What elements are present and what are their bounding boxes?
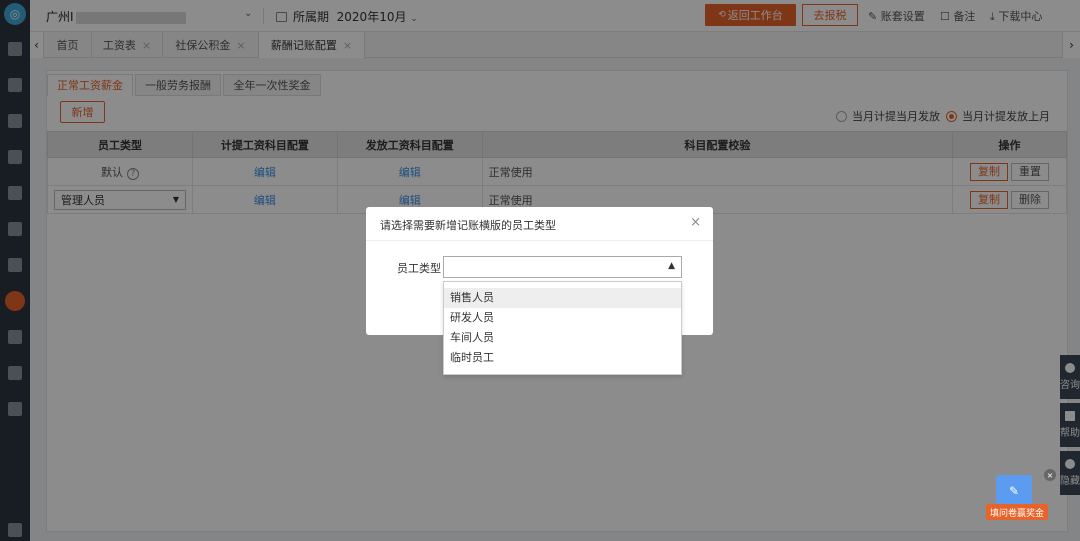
survey-promo[interactable]: ✎ 填问卷赢奖金 ×: [984, 469, 1056, 521]
employee-type-label: 员工类型: [397, 262, 441, 275]
survey-promo-label: 填问卷赢奖金: [986, 504, 1048, 520]
option-workshop[interactable]: 车间人员: [444, 328, 681, 348]
close-icon[interactable]: ×: [1044, 469, 1056, 481]
option-temporary[interactable]: 临时员工: [444, 348, 681, 368]
divider: [366, 240, 713, 241]
caret-up-icon: ▲: [668, 261, 675, 271]
survey-card-icon: ✎: [996, 475, 1032, 507]
option-sales[interactable]: 销售人员: [444, 288, 681, 308]
employee-type-dropdown[interactable]: ▲: [443, 256, 682, 278]
employee-type-options: 销售人员 研发人员 车间人员 临时员工: [443, 281, 682, 375]
close-icon[interactable]: ×: [690, 215, 701, 230]
dialog-title: 请选择需要新增记账横版的员工类型: [380, 219, 556, 232]
option-rnd[interactable]: 研发人员: [444, 308, 681, 328]
